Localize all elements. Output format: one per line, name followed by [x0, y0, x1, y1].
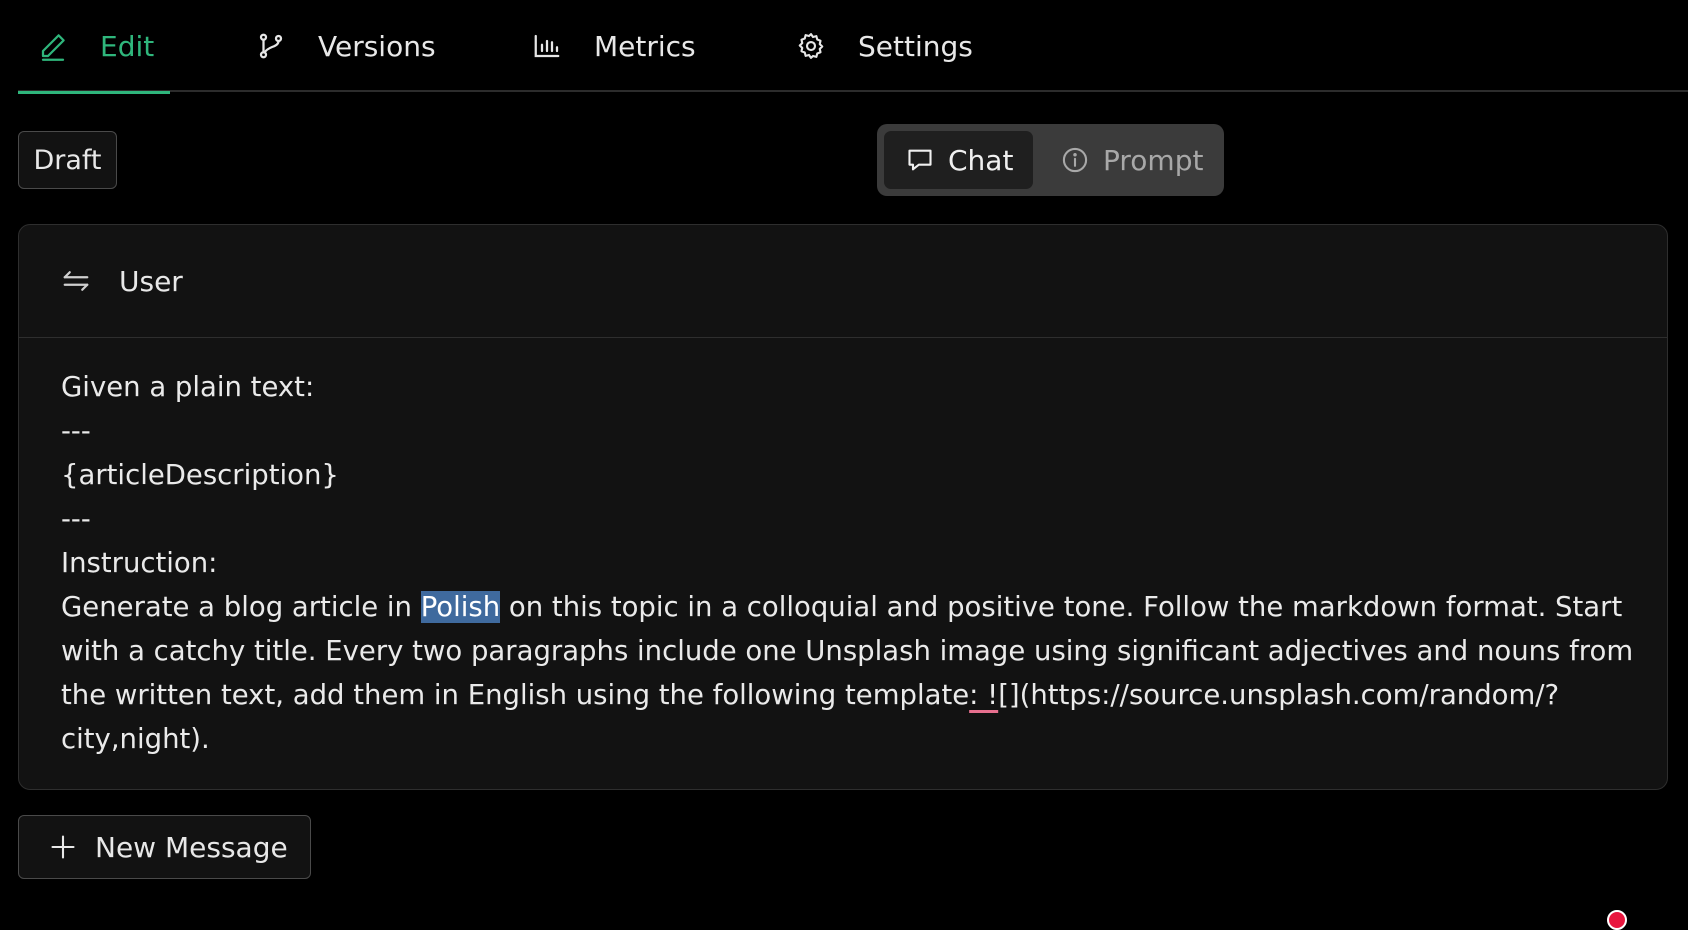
tab-metrics[interactable]: Metrics	[532, 0, 696, 92]
chat-mode-button[interactable]: Chat	[884, 131, 1033, 189]
tab-edit-label: Edit	[100, 29, 155, 63]
message-bubble-icon	[906, 146, 934, 174]
chat-mode-label: Chat	[948, 143, 1014, 177]
git-branch-icon	[256, 31, 286, 61]
new-message-label: New Message	[95, 830, 288, 864]
text-line: Instruction:	[61, 547, 218, 579]
tab-settings-label: Settings	[858, 29, 973, 63]
text-line: ---	[61, 415, 91, 447]
plus-icon	[49, 833, 77, 861]
new-message-button[interactable]: New Message	[18, 815, 311, 879]
message-role-label: User	[119, 264, 183, 298]
info-icon	[1061, 146, 1089, 174]
prompt-mode-label: Prompt	[1103, 143, 1204, 177]
bar-chart-icon	[532, 31, 562, 61]
tab-versions[interactable]: Versions	[256, 0, 436, 92]
draft-badge: Draft	[18, 131, 117, 189]
tab-bar: Edit Versions Metrics Settings	[18, 0, 1688, 94]
spellcheck-flag: : !	[969, 679, 999, 711]
tab-versions-label: Versions	[318, 29, 436, 63]
text-segment: Generate a blog article in	[61, 591, 421, 623]
message-header: User	[19, 225, 1667, 338]
gear-icon	[796, 31, 826, 61]
tab-settings[interactable]: Settings	[796, 0, 973, 92]
prompt-mode-button[interactable]: Prompt	[1039, 131, 1203, 189]
selected-text: Polish	[420, 591, 501, 623]
text-line: {articleDescription}	[61, 459, 339, 491]
text-line: ---	[61, 503, 91, 535]
tab-edit[interactable]: Edit	[18, 0, 170, 94]
text-line: Given a plain text:	[61, 371, 315, 403]
mode-toggle: Chat Prompt	[877, 124, 1224, 196]
message-text-editor[interactable]: Given a plain text: --- {articleDescript…	[61, 365, 1641, 761]
message-card: User Given a plain text: --- {articleDes…	[18, 224, 1668, 930]
recording-indicator	[1607, 910, 1627, 930]
swap-arrows-icon[interactable]	[61, 266, 91, 296]
pencil-icon	[38, 31, 68, 61]
tab-metrics-label: Metrics	[594, 29, 696, 63]
